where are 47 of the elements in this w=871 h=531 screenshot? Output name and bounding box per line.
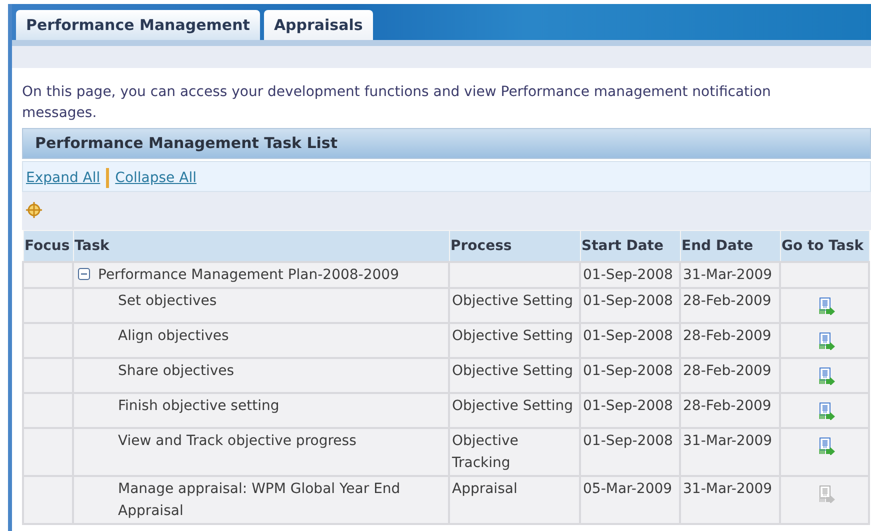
column-header: Process — [449, 230, 580, 262]
column-header: Go to Task — [780, 230, 869, 262]
date-text: 31-Mar-2009 — [683, 432, 772, 449]
go-to-task-icon[interactable] — [819, 402, 836, 420]
column-header: End Date — [680, 230, 780, 262]
date-text: 31-Mar-2009 — [683, 480, 772, 497]
date-text: 01-Sep-2008 — [583, 328, 673, 344]
tab[interactable]: Performance Management — [16, 10, 260, 40]
task-name: Finish objective setting — [118, 398, 280, 414]
link[interactable]: Expand All — [26, 168, 100, 188]
date-text: 28-Feb-2009 — [683, 328, 772, 344]
collapse-icon[interactable] — [78, 268, 90, 280]
process-text: Objective Setting — [452, 398, 573, 414]
task-name: Align objectives — [118, 328, 229, 344]
go-to-task-icon[interactable] — [819, 436, 836, 455]
date-text: 28-Feb-2009 — [683, 362, 772, 379]
column-header: Start Date — [580, 230, 680, 262]
date-text: 05-Mar-2009 — [583, 480, 672, 497]
go-to-task-icon[interactable] — [819, 484, 836, 503]
focus-icon[interactable] — [25, 200, 43, 219]
date-text: 01-Sep-2008 — [583, 266, 673, 283]
date-text: 01-Sep-2008 — [583, 432, 673, 449]
process-text: Objective Tracking — [452, 432, 518, 471]
section-header: Performance Management Task List — [22, 128, 871, 158]
intro-text: On this page, you can access your development functions and view Performance management notification messages. — [21, 83, 772, 123]
date-text: 31-Mar-2009 — [683, 266, 772, 283]
date-text: 28-Feb-2009 — [683, 292, 772, 309]
go-to-task-icon[interactable] — [819, 366, 836, 385]
link[interactable]: Collapse All — [115, 168, 196, 188]
tab[interactable]: Appraisals — [264, 10, 373, 40]
task-name: Performance Management Plan-2008-2009 — [98, 266, 399, 283]
date-text: 01-Sep-2008 — [583, 398, 673, 414]
process-text: Appraisal — [452, 480, 518, 497]
process-text: Objective Setting — [452, 362, 573, 379]
process-text: Objective Setting — [452, 292, 573, 309]
date-text: 01-Sep-2008 — [583, 292, 673, 309]
task-name: Share objectives — [118, 362, 234, 379]
go-to-task-icon[interactable] — [819, 296, 836, 315]
date-text: 01-Sep-2008 — [583, 362, 673, 379]
go-to-task-icon[interactable] — [819, 332, 836, 350]
column-header: Focus — [23, 230, 73, 262]
task-name: View and Track objective progress — [118, 432, 356, 449]
task-name: Manage appraisal: WPM Global Year End Appraisal — [118, 480, 400, 519]
process-text: Objective Setting — [452, 328, 573, 344]
column-header: Task — [73, 230, 449, 262]
date-text: 28-Feb-2009 — [683, 398, 772, 414]
task-name: Set objectives — [118, 292, 217, 309]
